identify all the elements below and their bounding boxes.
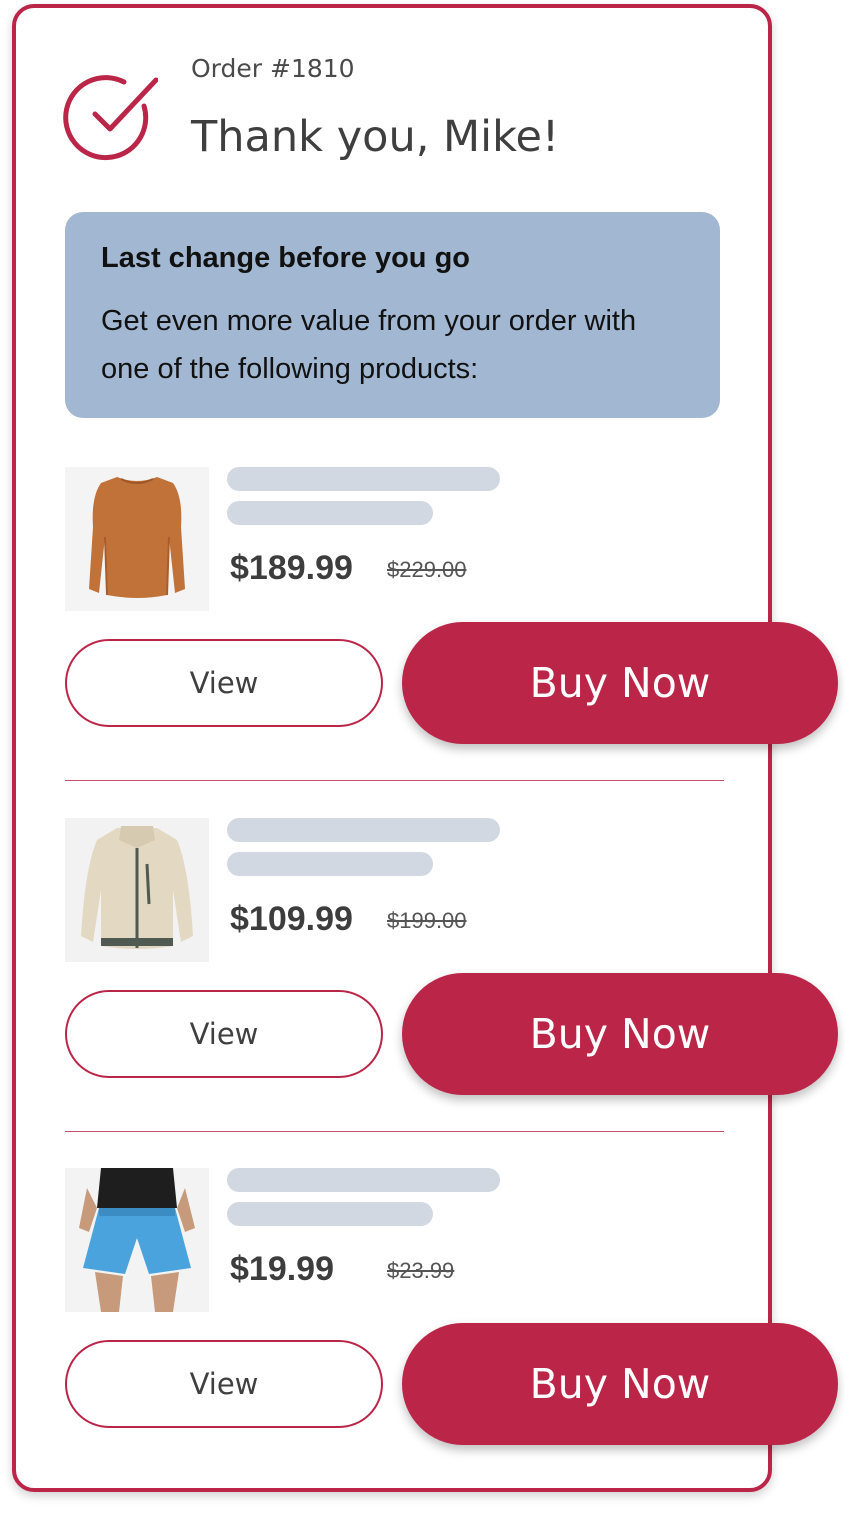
- upsell-description: Get even more value from your order with…: [101, 305, 637, 385]
- placeholder-title-line: [227, 818, 500, 842]
- product-item: $19.99 $23.99 View Buy Now: [0, 1168, 845, 1468]
- original-price: $229.00: [387, 557, 467, 582]
- placeholder-subtitle-line: [227, 852, 433, 876]
- upsell-banner: Last change before you go Get even more …: [65, 212, 720, 418]
- original-price: $199.00: [387, 908, 467, 933]
- shirt-image: [65, 467, 209, 611]
- divider: [65, 1131, 724, 1132]
- view-button[interactable]: View: [65, 639, 383, 727]
- shorts-image: [65, 1168, 209, 1312]
- buy-now-button[interactable]: Buy Now: [402, 973, 838, 1095]
- divider: [65, 780, 724, 781]
- original-price: $23.99: [387, 1258, 455, 1283]
- sale-price: $189.99: [230, 549, 353, 587]
- buy-now-button[interactable]: Buy Now: [402, 1323, 838, 1445]
- product-item: $109.99 $199.00 View Buy Now: [0, 818, 845, 1118]
- product-image-jacket[interactable]: [65, 818, 209, 962]
- sale-price: $19.99: [230, 1250, 334, 1288]
- order-number: Order #1810: [191, 54, 355, 83]
- placeholder-subtitle-line: [227, 1202, 433, 1226]
- placeholder-title-line: [227, 1168, 500, 1192]
- sale-price: $109.99: [230, 900, 353, 938]
- placeholder-subtitle-line: [227, 501, 433, 525]
- product-image-shirt[interactable]: [65, 467, 209, 611]
- view-button[interactable]: View: [65, 1340, 383, 1428]
- page-title: Thank you, Mike!: [191, 112, 560, 162]
- buy-now-button[interactable]: Buy Now: [402, 622, 838, 744]
- jacket-image: [65, 818, 209, 962]
- product-item: $189.99 $229.00 View Buy Now: [0, 467, 845, 767]
- product-image-shorts[interactable]: [65, 1168, 209, 1312]
- view-button[interactable]: View: [65, 990, 383, 1078]
- upsell-title: Last change before you go: [101, 242, 470, 274]
- check-circle-icon: [63, 75, 158, 161]
- placeholder-title-line: [227, 467, 500, 491]
